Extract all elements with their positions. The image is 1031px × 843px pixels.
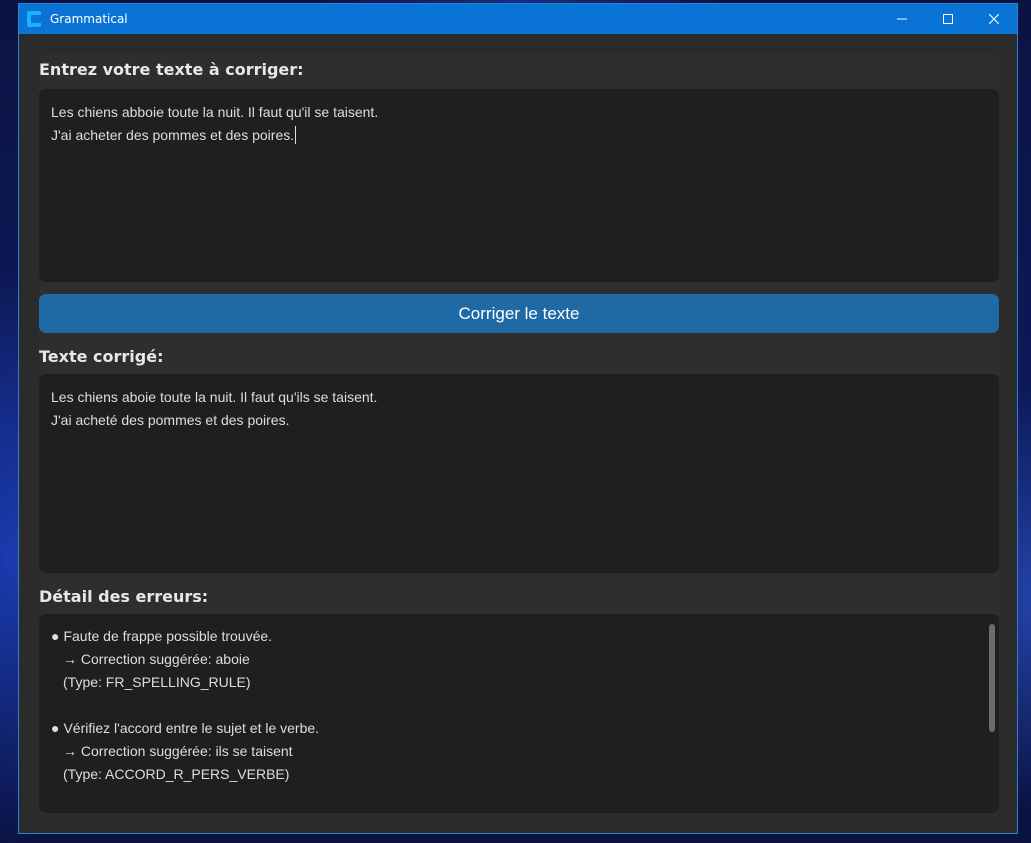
minimize-icon	[897, 18, 907, 20]
close-icon	[989, 14, 999, 24]
input-line-1: Les chiens abboie toute la nuit. Il faut…	[51, 104, 379, 120]
app-icon	[27, 11, 41, 27]
error-message: Vérifiez l'accord entre le sujet et le v…	[63, 720, 320, 736]
errors-label: Détail des erreurs:	[39, 587, 209, 606]
maximize-icon	[943, 14, 953, 24]
input-label: Entrez votre texte à corriger:	[39, 60, 304, 79]
bullet-icon: ●	[51, 720, 60, 736]
close-button[interactable]	[971, 4, 1017, 34]
error-suggestion: → Correction suggérée: aboie	[63, 651, 250, 667]
output-label: Texte corrigé:	[39, 347, 164, 366]
error-message: Faute de frappe possible trouvée.	[63, 628, 273, 644]
correct-text-button[interactable]: Corriger le texte	[39, 294, 999, 333]
window-controls	[879, 4, 1017, 34]
output-textbox[interactable]: Les chiens aboie toute la nuit. Il faut …	[39, 374, 999, 573]
output-line-1: Les chiens aboie toute la nuit. Il faut …	[51, 389, 378, 405]
error-item: ● Faute de frappe possible trouvée. → Co…	[51, 625, 987, 694]
minimize-button[interactable]	[879, 4, 925, 34]
errors-textbox[interactable]: ● Faute de frappe possible trouvée. → Co…	[39, 614, 999, 813]
error-type: (Type: FR_SPELLING_RULE)	[63, 674, 251, 690]
main-panel: Entrez votre texte à corriger: Les chien…	[39, 54, 999, 816]
errors-scrollbar[interactable]	[989, 624, 995, 732]
error-suggestion: → Correction suggérée: ils se taisent	[63, 743, 293, 759]
window-title: Grammatical	[50, 12, 128, 26]
input-line-2: J'ai acheter des pommes et des poires.	[51, 126, 297, 144]
title-bar[interactable]: Grammatical	[19, 4, 1017, 34]
input-textbox[interactable]: Les chiens abboie toute la nuit. Il faut…	[39, 89, 999, 282]
app-window: Grammatical Entrez votre texte à corrige…	[18, 3, 1018, 834]
maximize-button[interactable]	[925, 4, 971, 34]
bullet-icon: ●	[51, 628, 60, 644]
output-line-2: J'ai acheté des pommes et des poires.	[51, 412, 290, 428]
text-caret	[295, 126, 297, 144]
error-item: ● Vérifiez l'accord entre le sujet et le…	[51, 717, 987, 786]
error-type: (Type: ACCORD_R_PERS_VERBE)	[63, 766, 290, 782]
